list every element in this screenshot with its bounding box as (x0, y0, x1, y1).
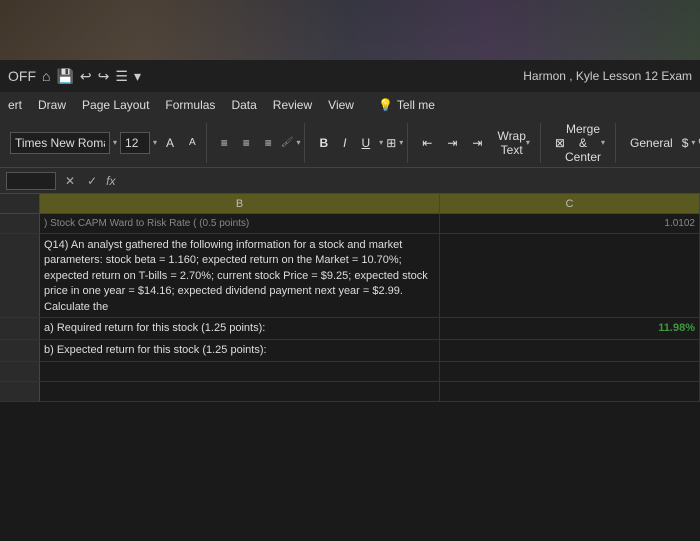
sub-row-a-num (0, 318, 40, 339)
menu-ert[interactable]: ert (8, 98, 22, 112)
question-cell-b[interactable]: Q14) An analyst gathered the following i… (40, 234, 440, 317)
tell-me-box[interactable]: 💡 Tell me (378, 98, 435, 112)
merge-label: Merge & Center (565, 122, 601, 164)
merge-center-button[interactable]: ⊠ Merge & Center ▾ (549, 132, 611, 154)
border-icon[interactable]: ⊞ (386, 136, 396, 150)
question-row-num (0, 234, 40, 317)
filename: Harmon , Kyle Lesson 12 Exam (523, 69, 692, 83)
col-b-header[interactable]: B (40, 194, 440, 213)
indent-left-button[interactable]: ⇤ (416, 132, 438, 154)
merge-group: ⊠ Merge & Center ▾ (545, 123, 616, 163)
merge-dropdown[interactable]: ▾ (601, 138, 605, 147)
tell-me-label: Tell me (397, 98, 435, 112)
empty-row-1 (0, 362, 700, 382)
sub-row-a-label[interactable]: a) Required return for this stock (1.25 … (40, 318, 440, 339)
empty-cell-2c[interactable] (440, 382, 700, 401)
menu-formulas[interactable]: Formulas (165, 98, 215, 112)
empty-row-2-num (0, 382, 40, 401)
sub-row-b-label[interactable]: b) Expected return for this stock (1.25 … (40, 340, 440, 361)
align-group: ≡ ≡ ≡ 🖌 ▾ (211, 123, 306, 163)
partial-top-row: ) Stock CAPM Ward to Risk Rate ( (0.5 po… (0, 214, 700, 234)
title-bar: OFF ⌂ 💾 ↩ ↪ ☰ ▾ Harmon , Kyle Lesson 12 … (0, 60, 700, 92)
number-group: General $ ▾ % 9 (620, 123, 700, 163)
grow-font-button[interactable]: A (160, 132, 180, 154)
photo-area (0, 0, 700, 60)
wrap-text-label: Wrap Text (497, 129, 525, 157)
spreadsheet: B C ) Stock CAPM Ward to Risk Rate ( (0.… (0, 194, 700, 541)
col-headers: B C (0, 194, 700, 214)
cancel-formula-button[interactable]: ✕ (62, 174, 78, 188)
title-bar-left: OFF ⌂ 💾 ↩ ↪ ☰ ▾ (8, 68, 141, 85)
empty-cell-1c[interactable] (440, 362, 700, 381)
align-left-button[interactable]: ≡ (215, 132, 234, 154)
menu-draw[interactable]: Draw (38, 98, 66, 112)
formula-input[interactable] (121, 174, 694, 188)
font-group: ▾ ▾ A A (6, 123, 207, 163)
font-name-input[interactable] (10, 132, 110, 154)
partial-cell-c[interactable]: 1.0102 (440, 214, 700, 233)
menu-view[interactable]: View (328, 98, 354, 112)
empty-row-1-num (0, 362, 40, 381)
dollar-label[interactable]: $ (682, 136, 689, 150)
redo-icon[interactable]: ↪ (98, 68, 110, 85)
border-dropdown[interactable]: ▾ (399, 138, 403, 147)
underline-dropdown[interactable]: ▾ (379, 138, 383, 147)
brush-dropdown[interactable]: ▾ (296, 138, 300, 147)
brush-icon: 🖌 (281, 137, 294, 148)
question-cell-c[interactable] (440, 234, 700, 317)
toolbar: ▾ ▾ A A ≡ ≡ ≡ 🖌 ▾ B I U ▾ ⊞ ▾ ⇤ ⇥ ⇥ Wrap… (0, 118, 700, 168)
indent-right-button[interactable]: ⇥ (441, 132, 463, 154)
general-label: General (624, 134, 679, 152)
align-center-button[interactable]: ≡ (237, 132, 256, 154)
font-name-dropdown[interactable]: ▾ (113, 138, 117, 147)
italic-button[interactable]: I (337, 132, 352, 154)
save-icon[interactable]: 💾 (56, 68, 73, 85)
sub-row-b-num (0, 340, 40, 361)
menu-review[interactable]: Review (273, 98, 312, 112)
question-row: Q14) An analyst gathered the following i… (0, 234, 700, 318)
fx-label: fx (106, 174, 115, 188)
partial-cell-b[interactable]: ) Stock CAPM Ward to Risk Rate ( (0.5 po… (40, 214, 440, 233)
sub-row-b: b) Expected return for this stock (1.25 … (0, 340, 700, 362)
dollar-format: $ ▾ % 9 (682, 136, 700, 150)
sheet-body: ) Stock CAPM Ward to Risk Rate ( (0.5 po… (0, 214, 700, 541)
dollar-dropdown[interactable]: ▾ (691, 138, 695, 147)
underline-button[interactable]: U (356, 132, 377, 154)
font-size-dropdown[interactable]: ▾ (153, 138, 157, 147)
lightbulb-icon: 💡 (378, 98, 393, 112)
sub-row-b-value[interactable] (440, 340, 700, 361)
customize-icon[interactable]: ☰ (115, 68, 128, 85)
cell-reference-input[interactable] (6, 172, 56, 190)
menu-data[interactable]: Data (231, 98, 256, 112)
formula-bar: ✕ ✓ fx (0, 168, 700, 194)
format-group: B I U ▾ ⊞ ▾ (309, 123, 408, 163)
menu-bar: ert Draw Page Layout Formulas Data Revie… (0, 92, 700, 118)
row-num-header (0, 194, 40, 213)
indent-more-button[interactable]: ⇥ (466, 132, 488, 154)
wrap-group: ⇤ ⇥ ⇥ Wrap Text ▾ (412, 123, 541, 163)
more-icon[interactable]: ▾ (134, 68, 141, 85)
shrink-font-button[interactable]: A (183, 132, 202, 154)
row-num-partial (0, 214, 40, 233)
wrap-text-button[interactable]: Wrap Text ▾ (491, 132, 535, 154)
menu-page-layout[interactable]: Page Layout (82, 98, 149, 112)
col-c-header[interactable]: C (440, 194, 700, 213)
empty-cell-2b[interactable] (40, 382, 440, 401)
font-size-input[interactable] (120, 132, 150, 154)
sub-row-a: a) Required return for this stock (1.25 … (0, 318, 700, 340)
empty-row-2 (0, 382, 700, 402)
sub-row-a-value[interactable]: 11.98% (440, 318, 700, 339)
home-icon[interactable]: ⌂ (42, 68, 50, 84)
undo-icon[interactable]: ↩ (80, 68, 92, 85)
off-label: OFF (8, 68, 36, 84)
empty-cell-1b[interactable] (40, 362, 440, 381)
merge-icon: ⊠ (555, 136, 565, 150)
align-right-button[interactable]: ≡ (259, 132, 278, 154)
wrap-text-dropdown[interactable]: ▾ (526, 138, 530, 147)
bold-button[interactable]: B (313, 132, 334, 154)
confirm-formula-button[interactable]: ✓ (84, 174, 100, 188)
